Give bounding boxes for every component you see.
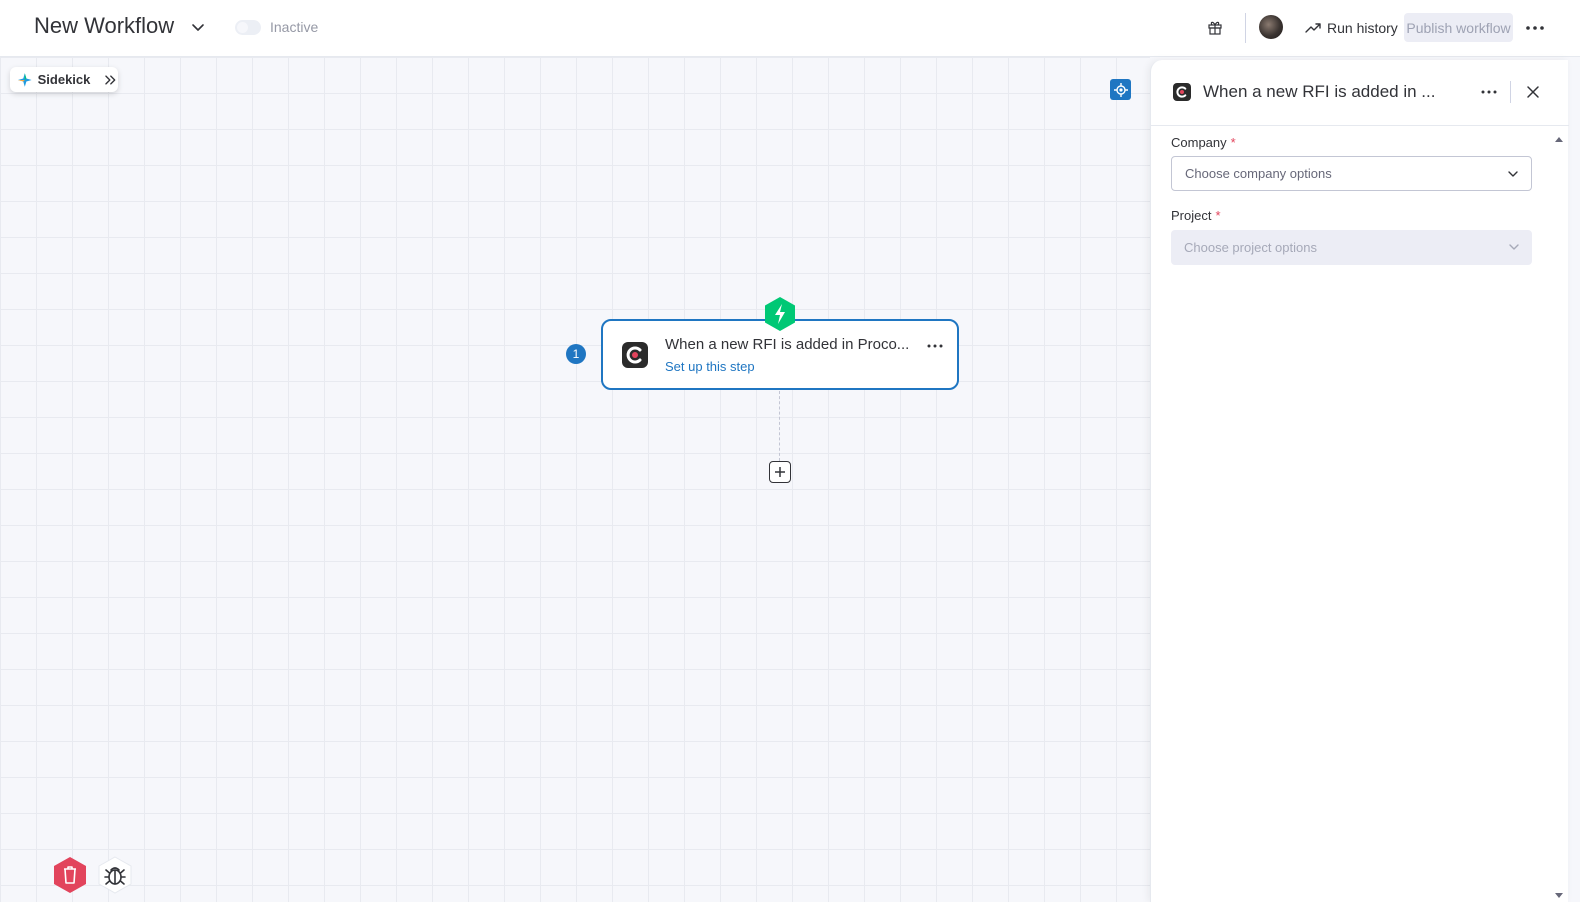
workflow-canvas[interactable] [0, 57, 1150, 902]
gift-icon[interactable] [1207, 19, 1223, 35]
procore-logo-icon [622, 342, 648, 368]
step-connector [779, 391, 780, 461]
step-number-badge: 1 [566, 344, 586, 364]
more-horizontal-icon[interactable] [1479, 83, 1499, 101]
divider [1245, 13, 1246, 43]
status-label: Inactive [270, 19, 319, 35]
workflow-title[interactable]: New Workflow [34, 13, 174, 39]
chevron-down-icon[interactable] [191, 20, 205, 34]
company-label: Company * [1171, 135, 1236, 150]
company-label-text: Company [1171, 135, 1227, 150]
plus-icon [775, 467, 785, 477]
scroll-up-arrow[interactable] [1555, 137, 1563, 142]
top-bar: New Workflow Inactive Run history Publis… [0, 0, 1580, 57]
sidekick-label: Sidekick [37, 72, 91, 87]
lightning-icon [765, 297, 795, 331]
project-select: Choose project options [1171, 230, 1532, 265]
add-step-button[interactable] [769, 461, 791, 483]
project-label: Project * [1171, 208, 1221, 223]
avatar[interactable] [1259, 15, 1283, 39]
panel-title: When a new RFI is added in ... [1203, 82, 1436, 101]
procore-logo-icon [1173, 83, 1191, 101]
company-select[interactable]: Choose company options [1171, 156, 1532, 191]
active-toggle[interactable] [235, 20, 261, 35]
close-icon[interactable] [1524, 83, 1542, 101]
project-select-placeholder: Choose project options [1184, 240, 1317, 255]
trend-icon [1305, 23, 1321, 33]
company-select-placeholder: Choose company options [1185, 166, 1332, 181]
center-view-button[interactable] [1110, 79, 1131, 100]
bug-icon[interactable] [97, 856, 133, 894]
sparkle-icon [18, 72, 32, 87]
required-mark: * [1230, 135, 1236, 150]
chevron-down-icon [1509, 244, 1519, 250]
trash-icon[interactable] [52, 856, 88, 894]
step-settings-panel: When a new RFI is added in ... Company * … [1150, 60, 1569, 902]
scroll-down-arrow[interactable] [1555, 893, 1563, 898]
project-label-text: Project [1171, 208, 1212, 223]
more-horizontal-icon[interactable] [925, 337, 945, 355]
setup-step-link[interactable]: Set up this step [665, 359, 755, 374]
run-history-button[interactable]: Run history [1305, 17, 1398, 39]
step-title: When a new RFI is added in Proco... [665, 336, 910, 353]
sidekick-button[interactable]: Sidekick [10, 67, 118, 92]
locate-icon [1113, 82, 1128, 97]
more-horizontal-icon[interactable] [1524, 18, 1546, 38]
double-chevron-right-icon [105, 74, 116, 85]
panel-header: When a new RFI is added in ... [1151, 60, 1569, 126]
required-mark: * [1215, 208, 1221, 223]
publish-workflow-button[interactable]: Publish workflow [1404, 13, 1513, 42]
run-history-label: Run history [1327, 20, 1398, 36]
chevron-down-icon [1508, 171, 1518, 177]
divider [1510, 81, 1511, 103]
